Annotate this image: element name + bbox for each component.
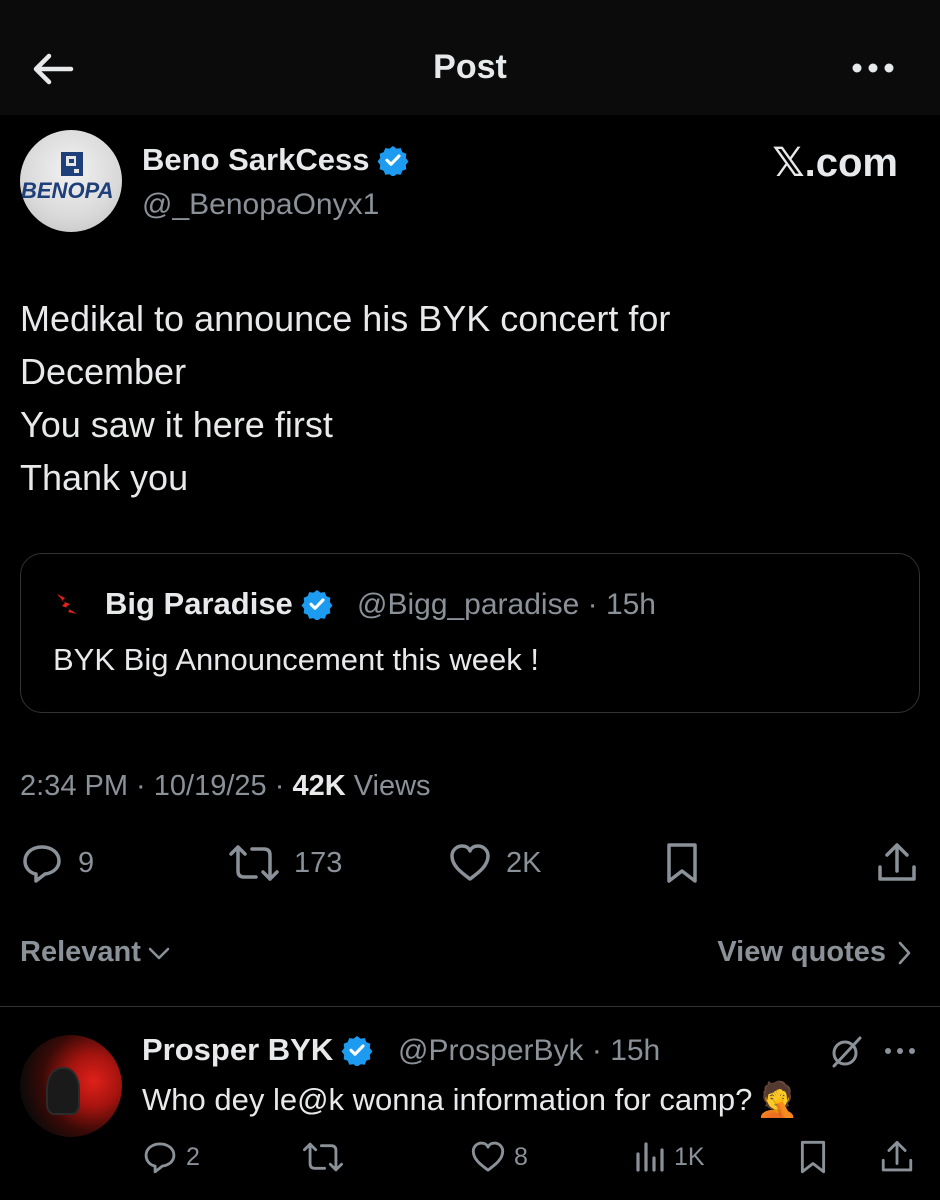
- grok-button[interactable]: [828, 1034, 864, 1070]
- grok-icon: [832, 1036, 862, 1068]
- more-horizontal-icon: [852, 63, 894, 73]
- quote-meta: @Bigg_paradise · 15h: [357, 588, 656, 621]
- reply-icon: [23, 845, 61, 883]
- reply-like-button[interactable]: 8: [470, 1135, 528, 1179]
- author-avatar[interactable]: BENOPA: [20, 130, 122, 232]
- chevron-down-icon: [148, 947, 170, 959]
- more-horizontal-icon: [885, 1048, 915, 1054]
- reply-share-button[interactable]: [880, 1135, 914, 1179]
- post-timestamp: 2:34 PM · 10/19/25 · 42K Views: [20, 770, 431, 802]
- quote-handle: @Bigg_paradise: [357, 588, 580, 621]
- reply-bookmark-button[interactable]: [798, 1135, 828, 1179]
- reply-author-name[interactable]: Prosper BYK: [142, 1032, 373, 1068]
- benopa-logo-icon: [61, 152, 83, 176]
- quoted-post-card[interactable]: Big Paradise @Bigg_paradise · 15h BYK Bi…: [20, 553, 920, 713]
- quote-text: BYK Big Announcement this week !: [53, 642, 539, 677]
- post-text: Medikal to announce his BYK concert for …: [20, 292, 900, 504]
- reply-author-avatar[interactable]: [20, 1035, 122, 1137]
- quote-author-name: Big Paradise: [105, 586, 333, 622]
- bookmark-icon: [800, 1140, 826, 1174]
- sort-label: Relevant: [20, 936, 141, 968]
- reply-views-count: 1K: [674, 1142, 705, 1171]
- views-label: Views: [353, 770, 431, 802]
- reply-reply-button[interactable]: 2: [142, 1135, 200, 1179]
- bookmark-button[interactable]: [664, 835, 700, 891]
- reply-action-bar: 2 8 1K: [0, 1135, 940, 1179]
- page-title: Post: [433, 48, 507, 86]
- verified-badge-icon: [377, 146, 409, 176]
- post-line: December: [20, 351, 187, 392]
- author-name-text: Beno SarkCess: [142, 142, 370, 177]
- repost-icon: [229, 845, 279, 881]
- sort-dropdown[interactable]: Relevant: [20, 936, 171, 969]
- author-name[interactable]: Beno SarkCess: [142, 142, 409, 178]
- more-options-button[interactable]: [848, 50, 898, 86]
- share-icon: [881, 1141, 913, 1172]
- repost-button[interactable]: 173: [228, 835, 342, 891]
- views-count: 42K: [292, 770, 346, 802]
- reply-like-count: 8: [514, 1142, 528, 1171]
- top-bar: Post: [0, 0, 940, 115]
- author-handle[interactable]: @_BenopaOnyx1: [142, 188, 379, 222]
- view-quotes-label: View quotes: [717, 936, 886, 968]
- quote-time: 15h: [605, 588, 656, 621]
- post-time: 2:34 PM: [20, 770, 128, 802]
- view-quotes-link[interactable]: View quotes: [717, 936, 912, 969]
- heart-icon: [450, 844, 490, 881]
- reply-reply-count: 2: [186, 1142, 200, 1171]
- brand-watermark: 𝕏.com: [772, 141, 898, 185]
- post-line: Thank you: [20, 457, 189, 498]
- reply-icon: [144, 1142, 176, 1174]
- post-line: You saw it here first: [20, 404, 333, 445]
- reply-views-button[interactable]: 1K: [634, 1135, 705, 1179]
- verified-badge-icon: [301, 590, 333, 620]
- repost-icon: [303, 1142, 343, 1172]
- analytics-icon: [636, 1142, 664, 1172]
- bookmark-icon: [667, 843, 697, 883]
- repost-count: 173: [294, 846, 343, 879]
- chevron-right-icon: [898, 941, 911, 964]
- post-line: Medikal to announce his BYK concert for: [20, 298, 671, 339]
- post-action-bar: 9 173 2K: [0, 835, 940, 895]
- facepalm-emoji: 🤦: [756, 1081, 799, 1119]
- reply-repost-button[interactable]: [302, 1135, 344, 1179]
- reply-author-name-text: Prosper BYK: [142, 1032, 334, 1067]
- avatar-logo-text: BENOPA: [21, 178, 114, 203]
- verified-badge-icon: [341, 1036, 373, 1066]
- reply-count: 9: [78, 846, 95, 879]
- like-button[interactable]: 2K: [448, 835, 541, 891]
- avatar-figure: [48, 1069, 78, 1113]
- like-count: 2K: [506, 846, 542, 879]
- quote-author-name-text: Big Paradise: [105, 586, 293, 621]
- reply-more-button[interactable]: [880, 1038, 920, 1064]
- reply-time: 15h: [610, 1034, 661, 1067]
- big-paradise-logo-icon: [57, 594, 77, 614]
- share-icon: [878, 843, 916, 881]
- heart-icon: [471, 1141, 505, 1172]
- share-button[interactable]: [876, 835, 918, 891]
- post-date: 10/19/25: [153, 770, 267, 802]
- reply-text-content: Who dey le@k wonna information for camp?: [142, 1082, 753, 1117]
- reply-button[interactable]: 9: [20, 835, 94, 891]
- section-divider: [0, 1006, 940, 1007]
- reply-meta: @ProsperByk · 15h: [398, 1034, 661, 1067]
- reply-handle: @ProsperByk: [398, 1034, 584, 1067]
- reply-text: Who dey le@k wonna information for camp?…: [142, 1080, 799, 1120]
